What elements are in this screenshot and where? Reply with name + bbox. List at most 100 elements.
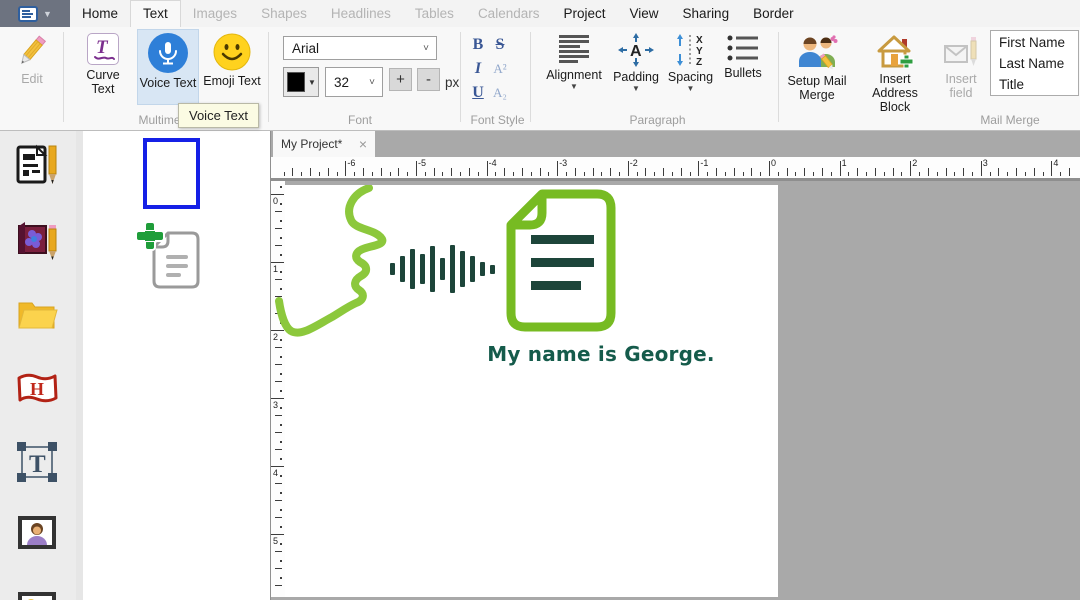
add-page-icon [136,221,206,295]
alignment-button[interactable]: Alignment ▼ [545,33,603,91]
voice-text-tooltip: Voice Text [178,103,259,128]
waveform-bar [450,245,455,293]
subscript-button[interactable]: A₂ [490,82,510,104]
project-tab-title: My Project* [281,137,359,151]
emoji-text-label: Emoji Text [203,74,260,88]
bold-button[interactable]: B [468,34,488,56]
voice-text-button[interactable]: Voice Text [137,29,199,105]
sidebar-item-open-folder[interactable] [15,293,59,337]
canvas-area: My Project* × -6-5-4-3-2-101234 012345 [270,131,1080,600]
horizontal-ruler: -6-5-4-3-2-101234 [271,157,1080,181]
merge-field-last-name[interactable]: Last Name [991,53,1078,74]
sidebar-item-document-project[interactable] [15,143,59,187]
merge-field-title[interactable]: Title [991,74,1078,95]
panel-scrollbar-track[interactable] [76,131,83,600]
project-tab[interactable]: My Project* × [273,131,375,157]
application-menu-button[interactable]: ▼ [0,0,70,27]
edit-label: Edit [21,72,43,86]
menu-item-border[interactable]: Border [741,0,806,27]
chevron-down-icon: ▼ [308,78,316,87]
chevron-down-icon: ▼ [687,85,695,93]
spacing-icon: X Y Z [674,33,708,67]
decrease-font-size-button[interactable]: - [417,68,440,91]
add-page-button[interactable] [136,221,206,295]
menu-item-project[interactable]: Project [551,0,617,27]
bullets-button[interactable]: Bullets [716,33,770,80]
group-separator [268,32,269,122]
waveform-bar [390,263,395,275]
curve-text-button[interactable]: T Curve Text [74,33,132,96]
workspace: 012345 My name is George. [271,181,1080,597]
setup-mail-merge-button[interactable]: Setup Mail Merge [786,33,848,102]
waveform-bar [470,256,475,282]
pencil-icon [14,33,50,69]
waveform-bar [430,246,435,292]
waveform-illustration[interactable] [390,245,495,293]
document-illustration[interactable] [505,185,617,335]
menu-item-calendars: Calendars [466,0,552,27]
merge-fields-list: First Name Last Name Title [990,30,1079,96]
insert-address-block-button[interactable]: Insert Address Block [858,33,932,114]
spacing-button[interactable]: X Y Z Spacing ▼ [663,33,718,93]
portrait-photo-icon [15,510,59,554]
document-tab-bar: My Project* × [271,131,1080,157]
menu-item-sharing[interactable]: Sharing [671,0,742,27]
font-family-select[interactable]: Arial ˅ [283,36,437,60]
padding-button[interactable]: A Padding ▼ [607,33,665,93]
waveform-bar [440,258,445,280]
color-swatch [287,72,305,92]
text-frame-icon: T [15,440,59,484]
menu-item-headlines: Headlines [319,0,403,27]
menu-item-shapes: Shapes [249,0,319,27]
document-page[interactable]: My name is George. [285,185,778,597]
envelope-pencil-icon [943,33,979,69]
italic-button[interactable]: I [468,58,488,80]
spacing-label: Spacing [668,70,713,84]
font-group-label: Font [283,113,437,127]
content-sidebar: H T [0,131,76,600]
speaking-face-illustration[interactable] [275,185,405,355]
waveform-bar [420,254,425,284]
svg-text:H: H [30,379,44,399]
house-plus-icon [875,33,915,69]
font-style-group-label: Font Style [455,113,540,127]
document-list-icon [18,6,38,22]
merge-field-first-name[interactable]: First Name [991,32,1078,53]
sidebar-item-headline[interactable]: H [15,367,59,411]
edit-button[interactable]: Edit [7,33,57,86]
font-color-button[interactable]: ▼ [283,67,319,97]
font-size-select[interactable]: 32 ˅ [325,67,383,97]
microphone-icon [148,33,188,73]
menu-item-text[interactable]: Text [130,0,181,27]
curve-text-label: Curve Text [74,68,132,96]
waveform-bar [400,256,405,282]
menu-item-home[interactable]: Home [70,0,130,27]
group-separator [460,32,461,122]
alignment-label: Alignment [546,68,602,82]
sidebar-item-text-frame[interactable]: T [15,440,59,484]
strikethrough-button[interactable]: S [490,34,510,56]
sidebar-item-picture[interactable] [15,592,59,600]
caption-text[interactable]: My name is George. [471,342,731,366]
underline-button[interactable]: U [468,82,488,104]
sidebar-item-photo[interactable] [15,510,59,554]
curve-text-icon: T [87,33,119,65]
voice-text-label: Voice Text [140,76,197,90]
waveform-bar [480,262,485,276]
setup-mail-merge-label: Setup Mail Merge [786,74,848,102]
menu-item-view[interactable]: View [618,0,671,27]
paragraph-group-label: Paragraph [545,113,770,127]
pages-panel [76,131,270,600]
waveform-bar [460,251,465,287]
picture-icon [15,592,59,600]
menu-item-images: Images [181,0,249,27]
superscript-button[interactable]: A² [490,58,510,80]
emoji-text-button[interactable]: Emoji Text [203,33,261,88]
sidebar-item-greeting-card[interactable] [15,218,59,262]
menu-item-tables: Tables [403,0,466,27]
chevron-down-icon: ▼ [570,83,578,91]
increase-font-size-button[interactable]: + [389,68,412,91]
group-separator [63,32,64,122]
page-thumbnail-selected[interactable] [143,138,200,209]
close-tab-icon[interactable]: × [359,136,367,152]
